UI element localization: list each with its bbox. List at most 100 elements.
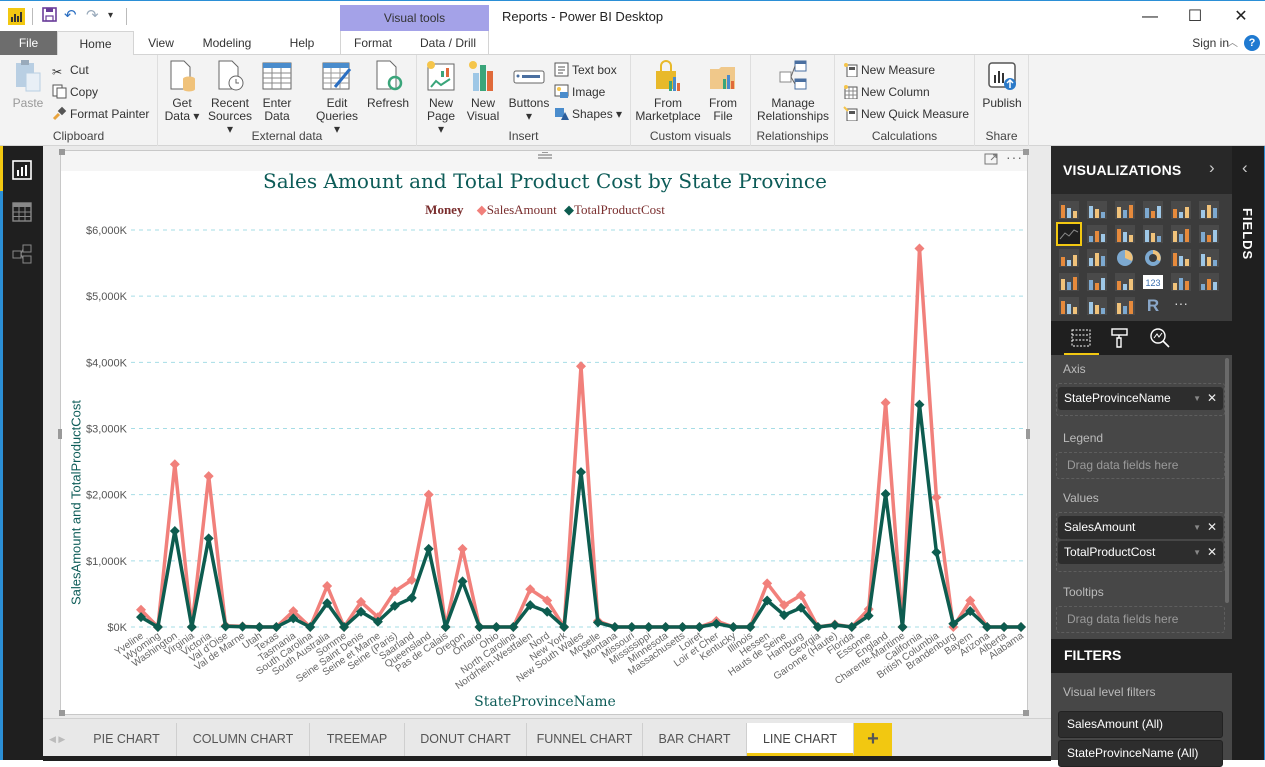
funnel-visual-icon[interactable]: [1086, 272, 1108, 292]
kpi-visual-icon[interactable]: [1198, 272, 1220, 292]
matrix-visual-icon[interactable]: [1114, 296, 1136, 316]
buttons-button[interactable]: Buttons ▾: [505, 59, 553, 123]
page-tab-column-chart[interactable]: COLUMN CHART: [177, 723, 310, 756]
enter-data-button[interactable]: Enter Data: [258, 59, 296, 123]
undo-icon[interactable]: ↶: [64, 7, 77, 25]
page-tab-bar-chart[interactable]: BAR CHART: [643, 723, 747, 756]
line-clustered-column-visual-icon[interactable]: [1142, 224, 1164, 244]
card-visual-icon[interactable]: 123: [1142, 272, 1164, 292]
line-visual-icon[interactable]: [1056, 222, 1082, 246]
get-data-button[interactable]: Get Data ▾: [162, 59, 202, 123]
tab-format[interactable]: Format: [345, 31, 401, 55]
tab-view[interactable]: View: [138, 31, 184, 55]
area-visual-icon[interactable]: [1086, 224, 1108, 244]
collapse-ribbon-icon[interactable]: ︿: [1227, 34, 1238, 50]
page-scroll-arrows[interactable]: ◀ ▶: [49, 723, 65, 756]
page-tab-treemap[interactable]: TREEMAP: [310, 723, 405, 756]
from-marketplace-button[interactable]: From Marketplace: [635, 59, 701, 123]
filled-map-visual-icon[interactable]: [1058, 272, 1080, 292]
legend-drop-zone[interactable]: Drag data fields here: [1056, 452, 1225, 479]
100-stacked-bar-visual-icon[interactable]: [1170, 200, 1192, 220]
r-script-visual-icon[interactable]: R: [1142, 296, 1164, 316]
stacked-area-visual-icon[interactable]: [1114, 224, 1136, 244]
close-button[interactable]: ✕: [1218, 4, 1264, 30]
edit-queries-button[interactable]: Edit Queries ▾: [314, 59, 360, 136]
add-page-button[interactable]: +: [854, 723, 892, 756]
model-view-icon[interactable]: [12, 244, 32, 264]
cut-button[interactable]: ✂ Cut: [52, 60, 89, 80]
maximize-button[interactable]: ☐: [1172, 4, 1218, 30]
copy-button[interactable]: Copy: [52, 82, 98, 102]
tooltips-drop-zone[interactable]: Drag data fields here: [1056, 606, 1225, 633]
ribbon-visual-icon[interactable]: [1198, 224, 1220, 244]
page-tab-donut-chart[interactable]: DONUT CHART: [405, 723, 527, 756]
multi-row-card-visual-icon[interactable]: [1170, 272, 1192, 292]
recent-sources-button[interactable]: Recent Sources ▾: [206, 59, 254, 136]
new-column-button[interactable]: New Column: [843, 82, 930, 102]
clustered-bar-visual-icon[interactable]: [1114, 200, 1136, 220]
new-page-button[interactable]: New Page ▾: [423, 59, 459, 136]
chevron-down-icon[interactable]: ▼: [1193, 516, 1201, 539]
expand-fields-icon[interactable]: ‹: [1242, 158, 1248, 178]
help-icon[interactable]: ?: [1244, 35, 1260, 51]
paste-button[interactable]: Paste: [8, 59, 48, 110]
waterfall-visual-icon[interactable]: [1058, 248, 1080, 268]
fields-pane-collapsed[interactable]: ‹ FIELDS: [1232, 146, 1265, 760]
refresh-button[interactable]: Refresh: [366, 59, 410, 110]
page-tab-pie-chart[interactable]: PIE CHART: [77, 723, 177, 756]
report-view-icon[interactable]: [12, 160, 32, 180]
values-field-pill[interactable]: TotalProductCost ▼ ✕: [1058, 541, 1223, 564]
more-visual-icon[interactable]: ···: [1170, 296, 1192, 316]
customize-quick-access-icon[interactable]: ▾: [108, 7, 113, 25]
from-file-button[interactable]: From File: [705, 59, 741, 123]
100-stacked-column-visual-icon[interactable]: [1198, 200, 1220, 220]
chevron-down-icon[interactable]: ▼: [1193, 387, 1201, 410]
pie-visual-icon[interactable]: [1114, 248, 1136, 268]
fields-tab-icon[interactable]: [1070, 327, 1092, 349]
slicer-visual-icon[interactable]: [1058, 296, 1080, 316]
clustered-column-visual-icon[interactable]: [1142, 200, 1164, 220]
axis-field-pill[interactable]: StateProvinceName ▼ ✕: [1058, 387, 1223, 410]
image-button[interactable]: Image: [554, 82, 605, 102]
minimize-button[interactable]: —: [1127, 4, 1173, 30]
map-visual-icon[interactable]: [1198, 248, 1220, 268]
chevron-down-icon[interactable]: ▼: [1193, 541, 1201, 564]
remove-field-icon[interactable]: ✕: [1207, 516, 1217, 539]
line-stacked-column-visual-icon[interactable]: [1170, 224, 1192, 244]
shapes-button[interactable]: Shapes ▾: [554, 104, 622, 124]
data-view-icon[interactable]: [12, 202, 32, 222]
tab-modeling[interactable]: Modeling: [190, 31, 264, 55]
new-quick-measure-button[interactable]: New Quick Measure: [843, 104, 969, 124]
format-painter-button[interactable]: Format Painter: [52, 104, 149, 124]
new-visual-button[interactable]: New Visual: [465, 59, 501, 123]
remove-field-icon[interactable]: ✕: [1207, 541, 1217, 564]
scatter-visual-icon[interactable]: [1086, 248, 1108, 268]
page-tab-funnel-chart[interactable]: FUNNEL CHART: [527, 723, 643, 756]
wells-scrollbar[interactable]: [1225, 358, 1229, 603]
analytics-magnifier-icon[interactable]: [1149, 327, 1171, 349]
tab-data-drill[interactable]: Data / Drill: [413, 31, 483, 55]
save-icon[interactable]: [42, 7, 57, 27]
publish-button[interactable]: Publish: [979, 59, 1025, 110]
line-chart-visual[interactable]: ··· Sales Amount and Total Product Cost …: [58, 149, 1030, 716]
page-tab-line-chart[interactable]: LINE CHART: [747, 723, 854, 756]
values-field-pill[interactable]: SalesAmount ▼ ✕: [1058, 516, 1223, 539]
manage-relationships-button[interactable]: Manage Relationships: [755, 59, 831, 123]
table-visual-icon[interactable]: [1086, 296, 1108, 316]
sign-in-link[interactable]: Sign in: [1192, 36, 1229, 50]
gauge-visual-icon[interactable]: [1114, 272, 1136, 292]
stacked-bar-visual-icon[interactable]: [1058, 200, 1080, 220]
text-box-button[interactable]: Text box: [554, 60, 617, 80]
stacked-column-visual-icon[interactable]: [1086, 200, 1108, 220]
new-measure-button[interactable]: New Measure: [843, 60, 935, 80]
filter-card[interactable]: SalesAmount (All): [1058, 711, 1223, 738]
format-paint-roller-icon[interactable]: [1109, 327, 1131, 349]
redo-icon[interactable]: ↷: [86, 7, 99, 25]
filter-card[interactable]: StateProvinceName (All): [1058, 740, 1223, 767]
donut-visual-icon[interactable]: [1142, 248, 1164, 268]
treemap-visual-icon[interactable]: [1170, 248, 1192, 268]
collapse-visualizations-icon[interactable]: ›: [1209, 158, 1215, 178]
tab-file[interactable]: File: [0, 31, 57, 55]
tab-home[interactable]: Home: [57, 31, 134, 56]
remove-field-icon[interactable]: ✕: [1207, 387, 1217, 410]
